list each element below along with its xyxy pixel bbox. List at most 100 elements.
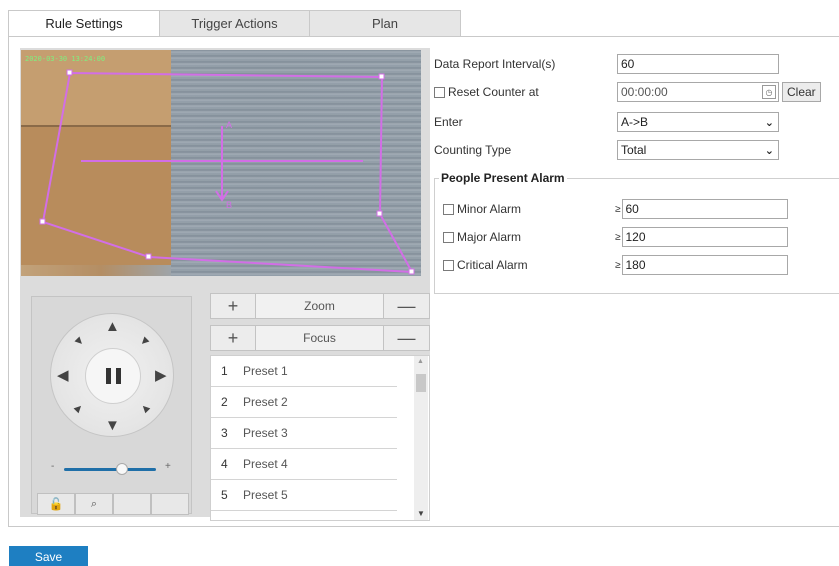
pan-down-left-icon[interactable]: ▲ bbox=[70, 399, 88, 417]
vertex-handle[interactable] bbox=[39, 218, 46, 225]
counting-type-value: Total bbox=[621, 143, 647, 157]
critical-alarm-checkbox[interactable] bbox=[443, 259, 454, 271]
critical-alarm-threshold-input[interactable]: 180 bbox=[621, 255, 788, 275]
detection-area-overlay[interactable]: A B bbox=[21, 50, 421, 276]
pan-right-icon[interactable]: ▶ bbox=[155, 368, 167, 383]
clear-button[interactable]: Clear bbox=[782, 82, 821, 102]
enter-select[interactable]: A->B ⌄ bbox=[617, 112, 779, 132]
preset-number: 4 bbox=[221, 457, 228, 471]
rule-settings-panel: 2020-03-30 13:24:00 A B ▲ ▼ ◀ ▶ ▼ ▼ ▲ ▲ … bbox=[8, 36, 839, 527]
chevron-down-icon: ⌄ bbox=[764, 116, 774, 129]
counting-type-label: Counting Type bbox=[434, 143, 512, 157]
pan-up-icon[interactable]: ▲ bbox=[105, 319, 120, 334]
pan-down-right-icon[interactable]: ▲ bbox=[136, 399, 154, 417]
ptz-extra-button-1[interactable] bbox=[113, 493, 151, 515]
minor-alarm-checkbox[interactable] bbox=[443, 203, 454, 215]
speed-knob[interactable] bbox=[115, 463, 128, 475]
save-button[interactable]: Save bbox=[9, 546, 88, 566]
list-item[interactable]: 3 Preset 3 bbox=[211, 418, 397, 449]
clock-icon[interactable]: ◷ bbox=[762, 85, 776, 99]
reset-counter-checkbox[interactable] bbox=[434, 86, 445, 98]
ge-symbol: ≥ bbox=[615, 259, 621, 271]
list-item[interactable]: 1 Preset 1 bbox=[211, 356, 397, 387]
reset-counter-label: Reset Counter at bbox=[448, 85, 539, 99]
preset-name: Preset 1 bbox=[243, 364, 288, 378]
speed-track bbox=[64, 468, 156, 471]
focus-near-button[interactable]: + bbox=[211, 326, 256, 350]
minor-alarm-row: Minor Alarm ≥ 60 bbox=[443, 199, 788, 219]
major-alarm-label: Major Alarm bbox=[457, 230, 522, 244]
focus-row: + Focus — bbox=[210, 325, 430, 351]
zoom-label: Zoom bbox=[304, 299, 335, 313]
preset-name: Preset 4 bbox=[243, 457, 288, 471]
chevron-down-icon: ⌄ bbox=[764, 144, 774, 157]
tab-trigger-actions[interactable]: Trigger Actions bbox=[159, 10, 310, 37]
focus-label: Focus bbox=[303, 331, 336, 345]
3d-positioning-button[interactable]: ⌕ bbox=[75, 493, 113, 515]
3d-zoom-icon: ⌕ bbox=[90, 497, 98, 510]
report-interval-input[interactable]: 60 bbox=[617, 54, 779, 74]
minor-alarm-threshold-input[interactable]: 60 bbox=[621, 199, 788, 219]
pan-up-right-icon[interactable]: ▼ bbox=[136, 332, 154, 350]
scroll-up-icon[interactable]: ▲ bbox=[417, 358, 424, 365]
list-item[interactable]: 2 Preset 2 bbox=[211, 387, 397, 418]
reset-counter-row: Reset Counter at 00:00:00 ◷ Clear bbox=[434, 82, 821, 102]
ptz-extra-button-2[interactable] bbox=[151, 493, 189, 515]
major-alarm-threshold-input[interactable]: 120 bbox=[621, 227, 788, 247]
preset-number: 2 bbox=[221, 395, 228, 409]
pause-button[interactable] bbox=[85, 348, 141, 404]
reset-counter-label-group: Reset Counter at bbox=[434, 85, 617, 99]
zoom-in-button[interactable]: + bbox=[211, 294, 256, 318]
vertex-handle[interactable] bbox=[378, 73, 385, 80]
preset-number: 3 bbox=[221, 426, 228, 440]
preset-name: Preset 3 bbox=[243, 426, 288, 440]
reset-counter-time-value: 00:00:00 bbox=[621, 85, 668, 99]
pan-left-icon[interactable]: ◀ bbox=[57, 368, 69, 383]
pan-up-left-icon[interactable]: ▼ bbox=[70, 332, 88, 350]
list-item[interactable]: 5 Preset 5 bbox=[211, 480, 397, 511]
critical-alarm-label: Critical Alarm bbox=[457, 258, 528, 272]
pause-icon bbox=[105, 368, 121, 384]
list-item[interactable]: 4 Preset 4 bbox=[211, 449, 397, 480]
people-present-alarm-group: People Present Alarm Minor Alarm ≥ 60 Ma… bbox=[434, 171, 839, 294]
reset-counter-time-input[interactable]: 00:00:00 ◷ bbox=[617, 82, 779, 102]
enter-row: Enter A->B ⌄ bbox=[434, 112, 779, 132]
ge-symbol: ≥ bbox=[615, 231, 621, 243]
tab-bar: Rule Settings Trigger Actions Plan bbox=[8, 10, 461, 37]
ptz-control-panel: ▲ ▼ ◀ ▶ ▼ ▼ ▲ ▲ - + 🔓 ⌕ bbox=[31, 296, 192, 515]
pan-down-icon[interactable]: ▼ bbox=[105, 418, 120, 433]
preset-number: 5 bbox=[221, 488, 228, 502]
preset-name: Preset 2 bbox=[243, 395, 288, 409]
scroll-down-icon[interactable]: ▼ bbox=[417, 509, 425, 518]
live-video[interactable]: 2020-03-30 13:24:00 A B bbox=[21, 50, 421, 276]
lock-icon: 🔓 bbox=[48, 497, 64, 511]
preset-list: 1 Preset 1 2 Preset 2 3 Preset 3 4 Preset 4 … bbox=[210, 355, 430, 521]
speed-min-label: - bbox=[51, 461, 55, 472]
counting-type-row: Counting Type Total ⌄ bbox=[434, 140, 779, 160]
svg-text:B: B bbox=[226, 200, 232, 210]
preset-number: 1 bbox=[221, 364, 228, 378]
direction-pad: ▲ ▼ ◀ ▶ ▼ ▼ ▲ ▲ bbox=[50, 313, 174, 437]
vertex-handle[interactable] bbox=[66, 69, 73, 76]
vertex-handle[interactable] bbox=[376, 210, 383, 217]
vertex-handle[interactable] bbox=[145, 253, 152, 260]
preset-name: Preset 5 bbox=[243, 488, 288, 502]
lock-button[interactable]: 🔓 bbox=[37, 493, 75, 515]
ptz-button-bar: 🔓 ⌕ bbox=[37, 493, 189, 515]
tab-rule-settings[interactable]: Rule Settings bbox=[8, 10, 160, 37]
tab-plan[interactable]: Plan bbox=[309, 10, 461, 37]
preset-scrollbar[interactable]: ▲ ▼ bbox=[414, 356, 428, 520]
zoom-out-button[interactable]: — bbox=[383, 294, 429, 318]
zoom-focus-controls: + Zoom — + Focus — bbox=[210, 293, 430, 357]
major-alarm-checkbox[interactable] bbox=[443, 231, 454, 243]
scroll-thumb[interactable] bbox=[416, 374, 426, 392]
vertex-handle[interactable] bbox=[408, 268, 415, 275]
ptz-speed-slider[interactable]: - + bbox=[51, 461, 171, 475]
counting-type-select[interactable]: Total ⌄ bbox=[617, 140, 779, 160]
report-interval-row: Data Report Interval(s) 60 bbox=[434, 54, 779, 74]
zoom-row: + Zoom — bbox=[210, 293, 430, 319]
focus-far-button[interactable]: — bbox=[383, 326, 429, 350]
alarm-group-title: People Present Alarm bbox=[439, 171, 567, 185]
report-interval-label: Data Report Interval(s) bbox=[434, 57, 556, 71]
major-alarm-row: Major Alarm ≥ 120 bbox=[443, 227, 788, 247]
